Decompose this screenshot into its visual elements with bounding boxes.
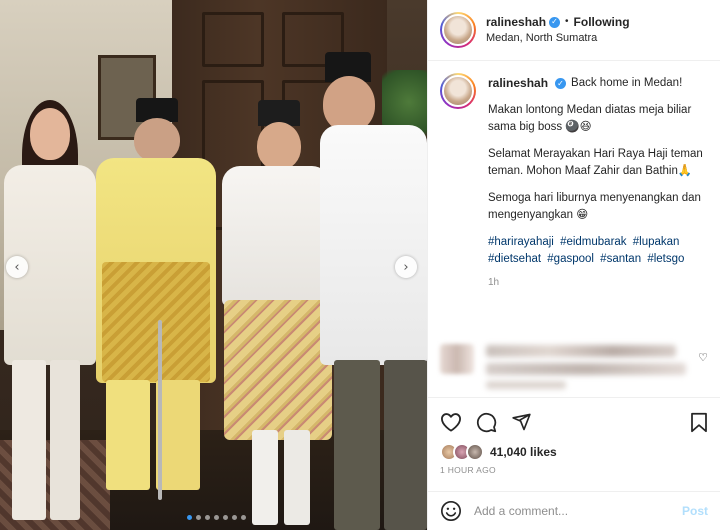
avatar[interactable] bbox=[440, 12, 476, 48]
likes-count[interactable]: 41,040 likes bbox=[490, 445, 557, 459]
door-panel bbox=[202, 12, 264, 67]
caption-body: ralineshah ✓ Back home in Medan! Makan l… bbox=[488, 73, 708, 291]
share-icon[interactable] bbox=[511, 412, 532, 432]
comment-like-heart-icon[interactable]: ♡ bbox=[698, 351, 708, 364]
caption-paragraph: Semoga hari liburnya menyenangkan dan me… bbox=[488, 192, 701, 221]
hashtag-link[interactable]: #santan bbox=[600, 253, 641, 265]
hashtag-list: #harirayahaji #eidmubarak #lupakan #diet… bbox=[488, 234, 708, 268]
caption-paragraph: Makan lontong Medan diatas meja biliar s… bbox=[488, 104, 692, 133]
commenter-avatar bbox=[440, 344, 474, 374]
carousel-dot bbox=[241, 515, 246, 520]
caption-section: ralineshah ✓ Back home in Medan! Makan l… bbox=[428, 61, 720, 341]
post-header: ralineshah ✓ • Following Medan, North Su… bbox=[428, 0, 720, 61]
location-link[interactable]: Medan, North Sumatra bbox=[486, 30, 630, 46]
carousel-dot bbox=[205, 515, 210, 520]
verified-badge-icon: ✓ bbox=[549, 16, 561, 28]
blurred-comment: ♡ bbox=[440, 341, 710, 396]
carousel-dot bbox=[196, 515, 201, 520]
post-time[interactable]: 1 HOUR AGO bbox=[440, 465, 708, 475]
comment-icon[interactable] bbox=[476, 412, 497, 433]
post-actions: 41,040 likes 1 HOUR AGO bbox=[428, 397, 720, 475]
heart-icon[interactable] bbox=[440, 412, 462, 432]
hashtag-link[interactable]: #letsgo bbox=[647, 253, 684, 265]
hashtag-link[interactable]: #lupakan bbox=[633, 236, 680, 248]
hashtag-link[interactable]: #harirayahaji bbox=[488, 236, 554, 248]
post-side-panel: ralineshah ✓ • Following Medan, North Su… bbox=[427, 0, 720, 530]
hashtag-link[interactable]: #dietsehat bbox=[488, 253, 541, 265]
verified-badge-icon: ✓ bbox=[555, 78, 567, 89]
username-link[interactable]: ralineshah bbox=[486, 14, 546, 30]
hashtag-link[interactable]: #gaspool bbox=[547, 253, 594, 265]
carousel-next-button[interactable]: › bbox=[395, 256, 417, 278]
caption-username-link[interactable]: ralineshah bbox=[488, 75, 548, 92]
avatar bbox=[466, 443, 484, 461]
bookmark-icon[interactable] bbox=[690, 412, 708, 433]
caption-paragraph: Selamat Merayakan Hari Raya Haji teman t… bbox=[488, 148, 703, 177]
carousel-indicator bbox=[187, 515, 246, 520]
carousel-dot bbox=[214, 515, 219, 520]
caption-avatar[interactable] bbox=[440, 73, 476, 109]
comment-input[interactable] bbox=[474, 504, 682, 518]
hashtag-link[interactable]: #eidmubarak bbox=[560, 236, 626, 248]
post-photo[interactable]: ‹ › bbox=[0, 0, 427, 530]
separator-dot: • bbox=[565, 16, 569, 27]
carousel-dot bbox=[232, 515, 237, 520]
comment-composer: Post bbox=[428, 491, 720, 530]
carousel-dot bbox=[223, 515, 228, 520]
liker-avatars[interactable] bbox=[440, 443, 484, 461]
caption-timestamp[interactable]: 1h bbox=[488, 274, 708, 291]
following-button[interactable]: Following bbox=[574, 14, 630, 30]
post-comment-button[interactable]: Post bbox=[682, 504, 708, 518]
carousel-prev-button[interactable]: ‹ bbox=[6, 256, 28, 278]
carousel-dot bbox=[187, 515, 192, 520]
caption-first-line: Back home in Medan! bbox=[571, 77, 683, 89]
emoji-icon[interactable] bbox=[440, 500, 462, 522]
